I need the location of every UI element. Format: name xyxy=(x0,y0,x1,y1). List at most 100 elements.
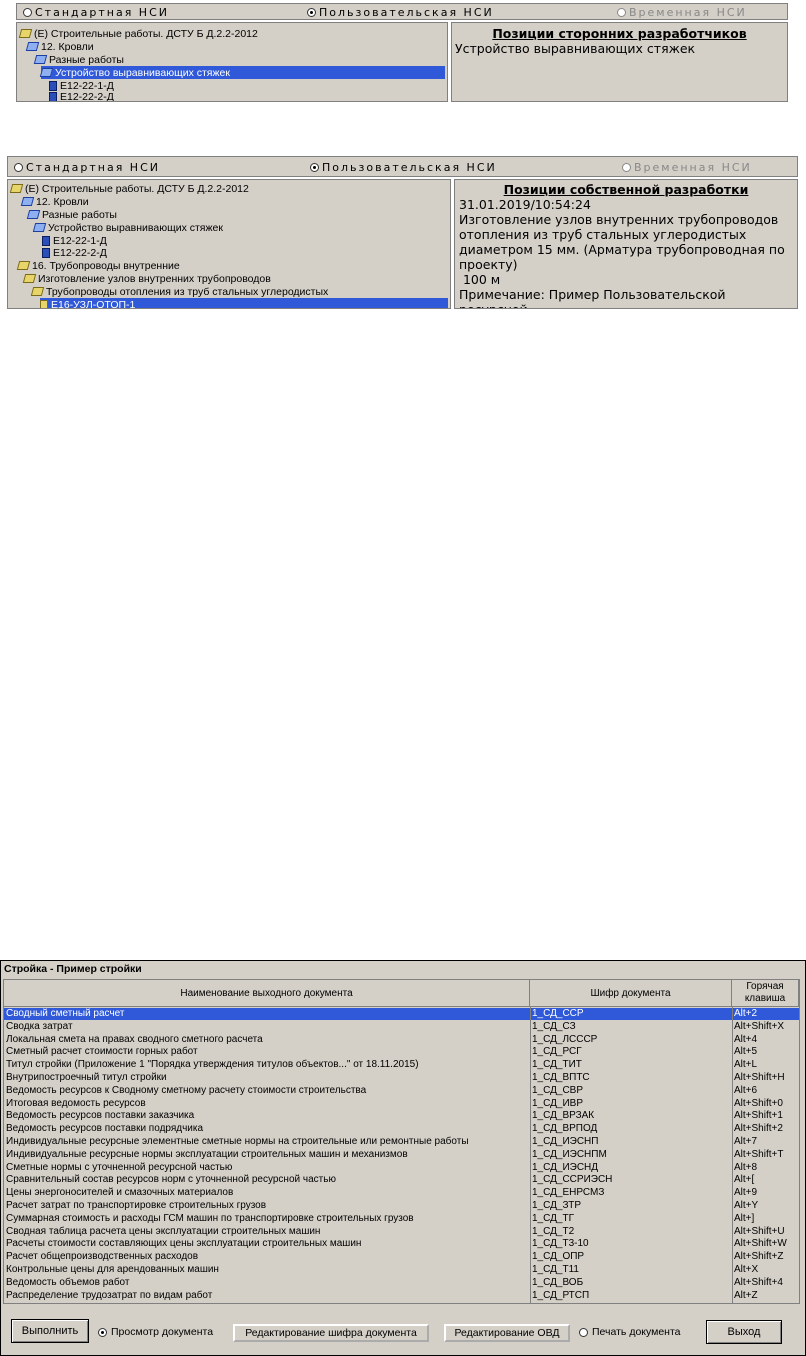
radio-user-nsi-1[interactable]: Пользовательская НСИ xyxy=(307,6,494,19)
hotkey-cell: Alt+Shift+2 xyxy=(734,1123,783,1135)
tree-node[interactable]: Трубопроводы отопления из труб стальных … xyxy=(30,285,328,298)
table-row[interactable]: Распределение трудозатрат по видам работ… xyxy=(4,1290,799,1302)
tree-node[interactable]: Изготовление узлов внутренних трубопрово… xyxy=(22,272,271,285)
name-cell: Сводная таблица расчета цены эксплуатаци… xyxy=(6,1225,321,1237)
view-document-radio[interactable]: Просмотр документа xyxy=(98,1326,213,1338)
radio-temp-nsi-2[interactable]: Временная НСИ xyxy=(622,161,752,174)
code-cell: 1_СД_ИВР xyxy=(532,1097,583,1109)
column-header-hotkey[interactable]: Горячая клавиша xyxy=(732,980,799,1007)
code-cell: 1_СД_ВОБ xyxy=(532,1276,584,1288)
name-cell: Ведомость ресурсов поставки заказчика xyxy=(6,1110,195,1122)
table-row[interactable]: Локальная смета на правах сводного сметн… xyxy=(4,1034,799,1046)
table-row[interactable]: Титул стройки (Приложение 1 "Порядка утв… xyxy=(4,1059,799,1071)
nsi-tree-2[interactable]: (Е) Строительные работы. ДСТУ Б Д.2.2-20… xyxy=(7,179,451,309)
code-cell: 1_СД_ВПТС xyxy=(532,1072,590,1083)
table-row[interactable]: Ведомость ресурсов поставки подрядчика 1_… xyxy=(4,1123,799,1135)
code-cell: 1_СД_ИЭСНД xyxy=(532,1161,599,1173)
detail-line: Примечание: Пример Пользовательской ресу… xyxy=(459,287,726,308)
tree-node-selected[interactable]: Устройство выравнивающих стяжек xyxy=(39,66,445,79)
table-row[interactable]: Итоговая ведомость ресурсов 1_СД_ИВР Alt+S… xyxy=(4,1098,799,1110)
table-row[interactable]: Сводка затрат 1_СД_СЗ Alt+Shift+X xyxy=(4,1021,799,1033)
tree-node[interactable]: 12. Кровли xyxy=(20,195,89,208)
radio-selected-icon xyxy=(98,1327,107,1337)
detail-line: 31.01.2019/10:54:24 xyxy=(459,197,591,212)
radio-icon xyxy=(622,163,631,172)
tree-node[interactable]: Разные работы xyxy=(33,53,124,66)
table-row[interactable]: Ведомость ресурсов поставки заказчика 1_С… xyxy=(4,1110,799,1122)
radio-selected-icon xyxy=(307,8,316,17)
name-cell: Цены энергоносителей и смазочных материа… xyxy=(6,1187,234,1199)
tree-node[interactable]: Разные работы xyxy=(26,208,117,221)
code-cell: 1_СД_ИЭСНПМ xyxy=(532,1148,607,1160)
detail-line: отопления из труб стальных углеродистых xyxy=(459,227,747,242)
hotkey-cell: Alt+X xyxy=(734,1264,759,1275)
hotkey-cell: Alt+Shift+T xyxy=(734,1148,784,1160)
radio-temp-nsi-1[interactable]: Временная НСИ xyxy=(617,6,747,19)
edit-code-button[interactable]: Редактирование шифра документа xyxy=(233,1324,429,1342)
radio-selected-icon xyxy=(310,163,319,172)
document-table[interactable]: Наименование выходного документа Шифр до… xyxy=(3,979,800,1304)
print-document-radio[interactable]: Печать документа xyxy=(579,1326,681,1338)
run-button[interactable]: Выполнить xyxy=(11,1319,89,1343)
radio-user-nsi-2[interactable]: Пользовательская НСИ xyxy=(310,161,497,174)
detail-line: диаметром 15 мм. (Арматура трубопроводна… xyxy=(459,242,785,257)
hotkey-cell: Alt+] xyxy=(734,1212,755,1224)
table-row[interactable]: Ведомость ресурсов к Сводному сметному р… xyxy=(4,1085,799,1097)
hotkey-cell: Alt+[ xyxy=(734,1174,755,1186)
table-row[interactable]: Сводная таблица расчета цены эксплуатаци… xyxy=(4,1226,799,1238)
tree-node[interactable]: Е12-22-2-Д xyxy=(42,246,107,259)
table-row[interactable]: Индивидуальные ресурсные нормы эксплуата… xyxy=(4,1149,799,1161)
table-row[interactable]: Внутрипостроечный титул стройки 1_СД_ВПТС… xyxy=(4,1072,799,1084)
table-row[interactable]: Расчет затрат по транспортировке строите… xyxy=(4,1200,799,1212)
hotkey-cell: Alt+Shift+X xyxy=(734,1020,785,1032)
table-row[interactable]: Сметные нормы с уточненной ресурсной час… xyxy=(4,1162,799,1174)
tree-node[interactable]: 16. Трубопроводы внутренние xyxy=(16,259,180,272)
hotkey-cell: Alt+9 xyxy=(734,1187,758,1199)
code-cell: 1_СД_ССРИЭСН xyxy=(532,1174,613,1186)
window-title: Стройка - Пример стройки xyxy=(4,963,142,975)
name-cell: Индивидуальные ресурсные элементные смет… xyxy=(6,1136,469,1147)
table-row[interactable]: Цены энергоносителей и смазочных материа… xyxy=(4,1187,799,1199)
name-cell: Сводный сметный расчет xyxy=(6,1008,125,1019)
tree-node[interactable]: 12. Кровли xyxy=(25,40,94,53)
tree-node-selected[interactable]: Е16-УЗЛ-ОТОП-1 xyxy=(40,298,448,308)
document-icon xyxy=(49,91,57,101)
nsi-tree-1[interactable]: (Е) Строительные работы. ДСТУ Б Д.2.2-20… xyxy=(16,22,448,102)
document-icon xyxy=(42,247,50,258)
radio-standard-nsi-2[interactable]: Стандартная НСИ xyxy=(14,161,160,174)
tree-node[interactable]: Устройство выравнивающих стяжек xyxy=(32,221,223,234)
table-row[interactable]: Расчеты стоимости составляющих цены эксп… xyxy=(4,1238,799,1250)
column-divider xyxy=(732,1007,733,1303)
table-row[interactable]: Ведомость объемов работ 1_СД_ВОБ Alt+Shift… xyxy=(4,1277,799,1289)
code-cell: 1_СД_РСГ xyxy=(532,1046,582,1058)
table-row[interactable]: Индивидуальные ресурсные элементные смет… xyxy=(4,1136,799,1148)
detail-text: Устройство выравнивающих стяжек xyxy=(455,41,696,56)
folder-open-icon xyxy=(22,274,37,283)
name-cell: Сметный расчет стоимости горных работ xyxy=(6,1046,198,1058)
edit-ovd-button[interactable]: Редактирование ОВД xyxy=(444,1324,570,1342)
radio-icon xyxy=(23,8,32,17)
table-row[interactable]: Сметный расчет стоимости горных работ 1_С… xyxy=(4,1046,799,1058)
radio-standard-nsi-1[interactable]: Стандартная НСИ xyxy=(23,6,169,19)
tree-node[interactable]: Е12-22-2-Д xyxy=(49,90,114,101)
column-header-name[interactable]: Наименование выходного документа xyxy=(4,980,530,1007)
hotkey-cell: Alt+Y xyxy=(734,1200,759,1211)
detail-title: Позиции собственной разработки xyxy=(503,182,749,197)
hotkey-cell: Alt+6 xyxy=(734,1084,758,1096)
table-row[interactable]: Сравнительный состав ресурсов норм с уто… xyxy=(4,1174,799,1186)
table-row[interactable]: Контрольные цены для арендованных машин 1… xyxy=(4,1264,799,1276)
code-cell: 1_СД_СЗ xyxy=(532,1020,576,1032)
exit-button[interactable]: Выход xyxy=(706,1320,782,1344)
name-cell: Контрольные цены для арендованных машин xyxy=(6,1264,219,1275)
document-icon xyxy=(42,235,50,246)
tree-node[interactable]: (Е) Строительные работы. ДСТУ Б Д.2.2-20… xyxy=(18,27,258,40)
table-row[interactable]: Расчет общепроизводственных расходов 1_СД… xyxy=(4,1251,799,1263)
document-yellow-icon xyxy=(40,299,48,308)
nsi-radio-bar-1: Стандартная НСИ Пользовательская НСИ Вре… xyxy=(16,3,788,20)
table-row[interactable]: Сводный сметный расчет 1_СД_ССР Alt+2 xyxy=(4,1008,799,1020)
tree-node[interactable]: (Е) Строительные работы. ДСТУ Б Д.2.2-20… xyxy=(9,182,249,195)
code-cell: 1_СД_Т11 xyxy=(532,1264,579,1275)
table-row[interactable]: Суммарная стоимость и расходы ГСМ машин … xyxy=(4,1213,799,1225)
column-header-code[interactable]: Шифр документа xyxy=(530,980,732,1007)
name-cell: Индивидуальные ресурсные нормы эксплуата… xyxy=(6,1148,408,1160)
